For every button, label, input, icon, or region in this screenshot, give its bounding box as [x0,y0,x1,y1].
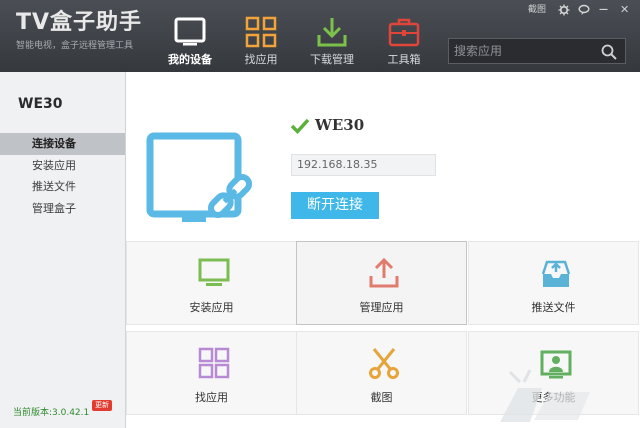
device-ip: 192.168.18.35 [291,154,436,176]
grid-icon [198,347,230,379]
grid-icon [245,16,277,48]
gear-icon[interactable] [558,4,570,16]
action-install-apps[interactable]: 安装应用 [126,241,297,325]
app-subtitle: 智能电视，盒子远程管理工具 [16,41,134,51]
action-manage-apps[interactable]: 管理应用 [296,241,467,325]
action-label: 截图 [370,391,393,404]
screenshot-link[interactable]: 截图 [528,4,546,18]
upload-icon [369,257,399,288]
update-badge[interactable]: 更新 [92,400,112,411]
nav-label: 找应用 [244,53,278,66]
check-icon [291,118,309,134]
monitor-icon [198,258,230,286]
disconnect-button[interactable]: 断开连接 [291,192,379,219]
tv-connected-icon [146,132,253,222]
device-name: WE30 [315,116,365,134]
download-icon [317,18,347,47]
nav-download-manager[interactable]: 下载管理 [292,0,372,72]
sidebar-device-name: WE30 [18,96,63,112]
scissors-icon [369,348,399,379]
action-screenshot[interactable]: 截图 [296,331,467,415]
nav-find-apps[interactable]: 找应用 [221,0,301,72]
watermark-logo [500,369,590,422]
app-title: TV盒子助手 [16,10,143,35]
action-find-apps[interactable]: 找应用 [126,331,297,415]
action-label: 管理应用 [359,301,404,314]
nav-my-devices[interactable]: 我的设备 [150,0,230,72]
toolbox-icon [388,18,420,47]
action-push-files[interactable]: 推送文件 [468,241,639,325]
close-button[interactable]: ✕ [620,4,629,18]
action-label: 推送文件 [531,301,576,314]
sidebar-item-install-apps[interactable]: 安装应用 [0,155,125,177]
sidebar-item-manage-box[interactable]: 管理盒子 [0,198,125,220]
action-label: 安装应用 [189,301,234,314]
app-logo: TV盒子助手 智能电视，盒子远程管理工具 [16,9,142,51]
minimize-button[interactable]: — [599,4,608,18]
search-box[interactable] [448,38,626,64]
nav-label: 工具箱 [387,53,421,66]
inbox-icon [541,260,571,287]
nav-label: 下载管理 [310,53,354,66]
version-label: 当前版本:3.0.42.1 [13,408,90,418]
search-icon[interactable] [601,44,617,60]
sidebar-item-push-files[interactable]: 推送文件 [0,176,125,198]
nav-label: 我的设备 [168,53,212,66]
nav-toolbox[interactable]: 工具箱 [364,0,444,72]
top-bar: TV盒子助手 智能电视，盒子远程管理工具 我的设备 找应用 下载管理 工具箱 截… [0,0,640,72]
chat-icon[interactable] [578,4,590,16]
action-label: 找应用 [195,391,228,404]
sidebar: WE30 连接设备 安装应用 推送文件 管理盒子 当前版本:3.0.42.1 更… [0,72,126,428]
tv-icon [174,17,206,46]
sidebar-item-connect-device[interactable]: 连接设备 [0,133,125,155]
search-input[interactable] [454,42,594,60]
